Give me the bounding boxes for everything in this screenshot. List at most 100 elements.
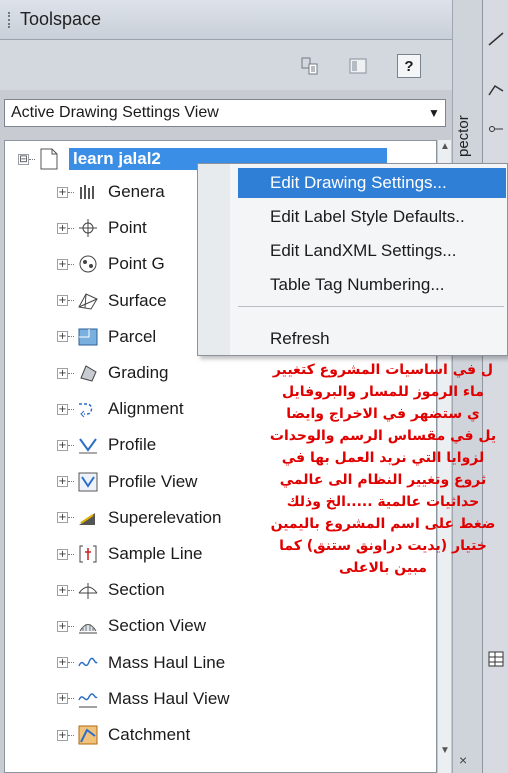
tree-item[interactable]: + Sample Line xyxy=(57,539,203,569)
expand-icon[interactable]: + xyxy=(57,620,68,632)
tree-item-label[interactable]: Sample Line xyxy=(108,544,203,564)
tree-connector xyxy=(68,481,74,483)
tree-item[interactable]: + Catchment xyxy=(57,720,190,750)
tree-item-label[interactable]: Genera xyxy=(108,182,165,202)
tree-connector xyxy=(68,408,74,410)
tree-item[interactable]: + Superelevation xyxy=(57,503,221,533)
panel-title: Toolspace xyxy=(20,9,102,29)
tree-connector xyxy=(68,517,74,519)
expand-icon[interactable]: + xyxy=(57,657,68,669)
superelevation-icon xyxy=(77,507,99,529)
polyline-tool-icon[interactable] xyxy=(486,80,506,98)
tree-item[interactable]: + Genera xyxy=(57,177,165,207)
annotation-line: مبين بالاعلى xyxy=(339,560,427,576)
drag-grip[interactable] xyxy=(8,12,14,28)
tree-item[interactable]: + Point G xyxy=(57,249,165,279)
expand-icon[interactable]: + xyxy=(57,331,68,343)
tree-connector xyxy=(68,734,74,736)
copy-settings-icon[interactable] xyxy=(298,54,322,78)
annotation-line: ختيار (يديت دراونق ستنق) كما xyxy=(279,538,487,554)
tree-item-label[interactable]: Surface xyxy=(108,291,167,311)
section-icon xyxy=(77,579,99,601)
menu-item-edit-landxml-settings[interactable]: Edit LandXML Settings... xyxy=(238,236,506,266)
annotation-line: لزوايا التي نريد العمل بها في xyxy=(281,450,485,466)
expand-icon[interactable]: + xyxy=(57,295,68,307)
drawing-file-icon xyxy=(38,148,60,170)
surface-icon xyxy=(77,290,99,312)
tree-item-label[interactable]: Mass Haul View xyxy=(108,689,230,709)
menu-item-refresh[interactable]: Refresh xyxy=(238,324,506,354)
sample-line-icon xyxy=(77,543,99,565)
menu-item-edit-label-style-defaults[interactable]: Edit Label Style Defaults.. xyxy=(238,202,506,232)
tree-item[interactable]: + Point xyxy=(57,213,147,243)
expand-icon[interactable]: + xyxy=(57,439,68,451)
tree-item-label[interactable]: Profile xyxy=(108,435,156,455)
annotation-line: يل في مقساس الرسم والوحدات xyxy=(269,428,497,444)
catchment-icon xyxy=(77,724,99,746)
mass-haul-view-icon xyxy=(77,688,99,710)
expand-icon[interactable]: + xyxy=(57,584,68,596)
tree-item[interactable]: + Profile xyxy=(57,430,156,460)
help-button[interactable]: ? xyxy=(397,54,421,78)
line-tool-icon[interactable] xyxy=(486,30,506,48)
chevron-down-icon[interactable]: ▼ xyxy=(423,106,445,120)
expand-icon[interactable]: + xyxy=(57,729,68,741)
collapse-icon[interactable]: ⊟ xyxy=(18,153,29,165)
tree-item-label[interactable]: Point xyxy=(108,218,147,238)
view-selector-value: Active Drawing Settings View xyxy=(11,104,219,121)
annotation-line: ماء الرموز للمسار والبروفايل xyxy=(282,384,484,400)
scroll-up-icon[interactable]: ▲ xyxy=(438,141,452,157)
alignment-icon xyxy=(77,398,99,420)
tree-connector xyxy=(68,444,74,446)
expand-icon[interactable]: + xyxy=(57,367,68,379)
tree-connector xyxy=(68,227,74,229)
annotation-line: حداثيات عالمية .....الخ وذلك xyxy=(286,494,480,510)
expand-icon[interactable]: + xyxy=(57,186,68,198)
tree-item[interactable]: + Mass Haul Line xyxy=(57,648,225,678)
tree-item-label[interactable]: Parcel xyxy=(108,327,156,347)
tree-item-label[interactable]: Superelevation xyxy=(108,508,221,528)
menu-item-table-tag-numbering[interactable]: Table Tag Numbering... xyxy=(238,270,506,300)
tree-connector xyxy=(68,300,74,302)
tree-item-label[interactable]: Profile View xyxy=(108,472,197,492)
view-selector-dropdown[interactable]: Active Drawing Settings View ▼ xyxy=(4,99,446,127)
tree-item-label[interactable]: Section xyxy=(108,580,165,600)
tree-connector xyxy=(68,372,74,374)
tree-item-label[interactable]: Section View xyxy=(108,616,206,636)
tree-item-label[interactable]: Catchment xyxy=(108,725,190,745)
tree-item-label[interactable]: Mass Haul Line xyxy=(108,653,225,673)
tree-item-label[interactable]: Point G xyxy=(108,254,165,274)
tree-item[interactable]: + Grading xyxy=(57,358,168,388)
menu-icon-strip xyxy=(198,164,230,355)
menu-item-edit-drawing-settings[interactable]: Edit Drawing Settings... xyxy=(238,168,506,198)
toolspace-titlebar[interactable]: Toolspace xyxy=(0,0,452,40)
expand-icon[interactable]: + xyxy=(57,693,68,705)
tree-item[interactable]: + Surface xyxy=(57,286,167,316)
tree-connector xyxy=(68,553,74,555)
tree-connector xyxy=(68,625,74,627)
tree-item[interactable]: + Section View xyxy=(57,611,206,641)
tree-item-label[interactable]: Grading xyxy=(108,363,168,383)
expand-icon[interactable]: + xyxy=(57,258,68,270)
tree-item[interactable]: + Alignment xyxy=(57,394,184,424)
panel-view-icon[interactable] xyxy=(346,54,370,78)
expand-icon[interactable]: + xyxy=(57,512,68,524)
menu-separator xyxy=(238,306,504,307)
expand-icon[interactable]: + xyxy=(57,476,68,488)
expand-icon[interactable]: + xyxy=(57,403,68,415)
tree-item-label[interactable]: Alignment xyxy=(108,399,184,419)
expand-icon[interactable]: + xyxy=(57,222,68,234)
tree-item[interactable]: + Parcel xyxy=(57,322,156,352)
tree-item[interactable]: + Profile View xyxy=(57,467,197,497)
mass-haul-line-icon xyxy=(77,652,99,674)
tree-item[interactable]: + Mass Haul View xyxy=(57,684,230,714)
point-group-icon xyxy=(77,253,99,275)
annotation-line: ثروع وتغيير النظام الى عالمي xyxy=(279,472,487,488)
close-icon[interactable]: × xyxy=(459,752,467,768)
node-tool-icon[interactable] xyxy=(486,120,506,138)
tree-item[interactable]: + Section xyxy=(57,575,165,605)
tree-connector xyxy=(68,589,74,591)
scroll-down-icon[interactable]: ▼ xyxy=(438,745,452,761)
expand-icon[interactable]: + xyxy=(57,548,68,560)
annotation-line: ي ستضهر في الاخراج وايضا xyxy=(286,406,480,422)
